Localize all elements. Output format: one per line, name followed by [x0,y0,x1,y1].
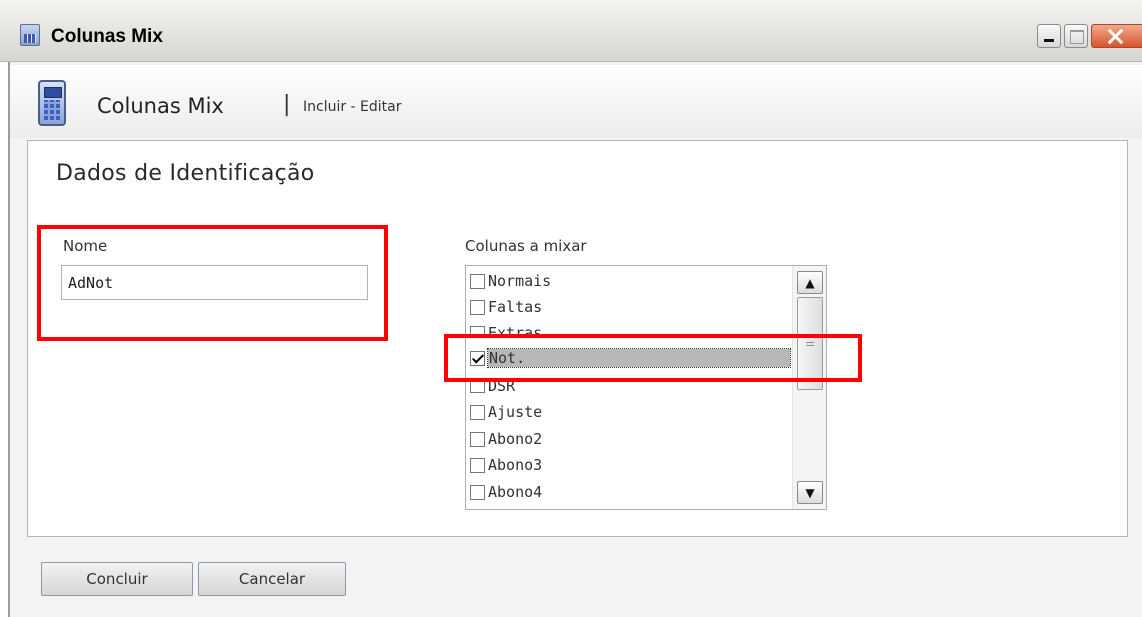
vertical-scrollbar[interactable]: ▲ ▼ [792,266,826,509]
scroll-down-icon[interactable]: ▼ [797,481,823,504]
checkbox[interactable] [470,431,485,447]
check-item-ajuste[interactable]: Ajuste [470,400,793,424]
check-item-abono3[interactable]: Abono3 [470,453,793,477]
highlight-box-not [444,334,862,382]
page-subtitle: Incluir - Editar [303,99,402,115]
checkbox[interactable] [470,273,485,289]
calculator-icon [38,80,66,126]
check-item-faltas[interactable]: Faltas [470,295,793,319]
check-item-label: Normais [488,272,552,290]
checkbox[interactable] [470,457,485,473]
title-separator: | [283,92,291,117]
check-item-extras[interactable]: Extras [470,321,793,335]
check-item-label: Abono2 [488,430,543,448]
colunas-label: Colunas a mixar [465,237,587,255]
check-item-dsr[interactable]: DSR [470,381,793,395]
check-item-label: Abono4 [488,483,543,501]
check-item-label: Faltas [488,298,543,316]
page-title: Colunas Mix [97,94,224,118]
close-icon[interactable] [1091,24,1142,48]
window-titlebar[interactable]: Colunas Mix [0,0,1142,62]
minimize-icon[interactable] [1037,24,1061,48]
checkbox[interactable] [470,484,485,500]
check-item-abono2[interactable]: Abono2 [470,427,793,451]
checklist-items: Normais Faltas Extras Not. DSR Ajuste Ab… [466,266,791,509]
checkbox[interactable] [470,404,485,420]
highlight-box-nome [37,225,388,341]
check-item-label: Extras [488,324,543,335]
checkbox[interactable] [470,299,485,315]
calculator-icon [20,24,40,46]
check-item-abono4[interactable]: Abono4 [470,480,793,504]
scroll-up-icon[interactable]: ▲ [797,271,823,294]
section-title: Dados de Identificação [56,161,315,186]
check-item-normais[interactable]: Normais [470,269,793,293]
window-title: Colunas Mix [51,26,163,47]
concluir-button[interactable]: Concluir [41,562,193,596]
checkbox[interactable] [470,381,485,393]
colunas-checklist[interactable]: Normais Faltas Extras Not. DSR Ajuste Ab… [465,265,827,510]
check-item-label: Ajuste [488,403,543,421]
maximize-icon[interactable] [1064,24,1088,48]
cancelar-button[interactable]: Cancelar [198,562,346,596]
check-item-label: Abono3 [488,456,543,474]
check-item-label: DSR [488,381,516,395]
